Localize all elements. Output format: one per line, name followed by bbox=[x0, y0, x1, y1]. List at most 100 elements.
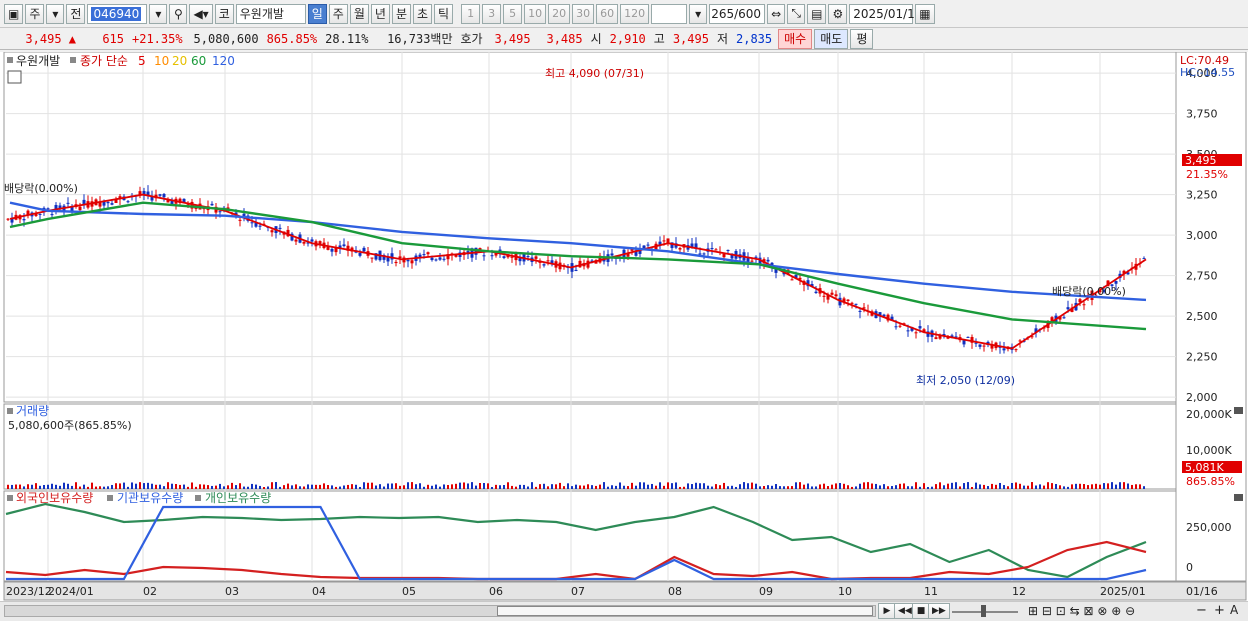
period-day[interactable]: 일 bbox=[307, 3, 327, 24]
candle-body bbox=[850, 302, 854, 304]
stock-name-field[interactable]: 우원개발 bbox=[235, 3, 306, 24]
volume-bar bbox=[147, 482, 149, 489]
volume-bar bbox=[167, 482, 169, 489]
volume-bar bbox=[383, 486, 385, 489]
volume-bar bbox=[943, 485, 945, 489]
volume-bar bbox=[1043, 485, 1045, 489]
zoom-out-icon[interactable]: − bbox=[1196, 603, 1207, 618]
volume-bar bbox=[375, 485, 377, 489]
sell-button[interactable]: 매도 bbox=[814, 28, 849, 49]
market-button[interactable]: 주 bbox=[25, 3, 45, 24]
volume-bar bbox=[543, 483, 545, 489]
interval-1[interactable]: 1 bbox=[461, 3, 481, 24]
volume-bar bbox=[767, 485, 769, 489]
volume-bar bbox=[635, 485, 637, 489]
interval-20[interactable]: 20 bbox=[548, 3, 571, 24]
volume-bar bbox=[419, 483, 421, 489]
volume-bar bbox=[667, 482, 669, 489]
pyeong-button[interactable]: 평 bbox=[850, 28, 874, 49]
volume-bar bbox=[1047, 482, 1049, 489]
period-second[interactable]: 초 bbox=[412, 3, 433, 24]
vol-tick-20000k: 20,000K bbox=[1186, 408, 1232, 421]
candle-body bbox=[754, 256, 758, 258]
calendar-icon[interactable]: ▦ bbox=[915, 3, 935, 24]
period-minute[interactable]: 분 bbox=[391, 3, 411, 24]
date-input[interactable]: 2025/01/16 bbox=[849, 3, 922, 24]
code-dropdown-icon[interactable]: ▾ bbox=[149, 3, 168, 24]
interval-3[interactable]: 3 bbox=[482, 3, 502, 24]
volume-bar bbox=[1023, 485, 1025, 489]
volume-bar bbox=[835, 483, 837, 489]
candle-body bbox=[490, 255, 494, 257]
period-week[interactable]: 주 bbox=[328, 3, 348, 24]
x-tick-label: 05 bbox=[402, 585, 416, 598]
search-icon[interactable]: ⚲ bbox=[169, 3, 188, 24]
period-year[interactable]: 년 bbox=[370, 3, 390, 24]
volume-bar bbox=[235, 485, 237, 489]
interval-5[interactable]: 5 bbox=[503, 3, 523, 24]
horizontal-scrollbar[interactable] bbox=[4, 605, 876, 617]
zoom-icon[interactable]: ⇔ bbox=[767, 3, 786, 24]
interval-dropdown-icon[interactable]: ▾ bbox=[689, 3, 708, 24]
volume-bar bbox=[535, 486, 537, 489]
volume-bar bbox=[187, 486, 189, 489]
dropdown-icon[interactable]: ▾ bbox=[46, 3, 65, 24]
volume-bar bbox=[183, 484, 185, 489]
interval-custom-input[interactable] bbox=[651, 3, 688, 24]
save-icon[interactable]: ▤ bbox=[807, 3, 827, 24]
scroll-last-icon[interactable]: ▶▶ bbox=[928, 603, 950, 619]
volume-bar bbox=[163, 486, 165, 489]
draw-tool-icon[interactable]: ⤡ bbox=[787, 3, 806, 24]
volume-bar bbox=[439, 486, 441, 489]
period-month[interactable]: 월 bbox=[349, 3, 369, 24]
volume-bar bbox=[467, 483, 469, 489]
volume-close-icon[interactable] bbox=[1234, 407, 1243, 414]
period-tick[interactable]: 틱 bbox=[434, 3, 454, 24]
interval-30[interactable]: 30 bbox=[572, 3, 595, 24]
volume-bar bbox=[651, 483, 653, 489]
calculator-icon[interactable] bbox=[7, 70, 22, 84]
candle-body bbox=[406, 259, 410, 262]
volume-bar bbox=[263, 486, 265, 489]
interval-60[interactable]: 60 bbox=[596, 3, 619, 24]
volume-bar bbox=[583, 485, 585, 489]
volume-bar bbox=[595, 485, 597, 489]
candle-body bbox=[858, 310, 862, 312]
count-display[interactable]: 265/600 bbox=[709, 3, 766, 24]
volume-bar bbox=[1131, 484, 1133, 489]
stock-code-input[interactable]: 046940 bbox=[87, 3, 148, 24]
zoom-in-icon[interactable]: + bbox=[1214, 603, 1225, 618]
holder-label-institution: 기관보유수량 bbox=[117, 491, 183, 505]
volume-bar bbox=[67, 483, 69, 489]
volume-bar bbox=[739, 484, 741, 489]
volume-bar bbox=[591, 485, 593, 489]
volume-bar bbox=[1139, 484, 1141, 489]
candle-body bbox=[370, 257, 374, 259]
chart-area[interactable]: 4,0003,7503,5003,2503,0002,7502,5002,250… bbox=[0, 51, 1248, 601]
candle-body bbox=[270, 230, 274, 233]
buy-button[interactable]: 매수 bbox=[778, 28, 813, 49]
scrollbar-thumb[interactable] bbox=[497, 606, 873, 616]
jeon-button[interactable]: 전 bbox=[66, 3, 86, 24]
interval-120[interactable]: 120 bbox=[620, 3, 650, 24]
interval-10[interactable]: 10 bbox=[524, 3, 547, 24]
volume-pct: 865.85% bbox=[266, 31, 318, 46]
volume-bar bbox=[995, 484, 997, 489]
volume-bar bbox=[575, 484, 577, 489]
speaker-icon[interactable]: ◀▾ bbox=[189, 3, 213, 24]
volume-panel[interactable] bbox=[3, 403, 1177, 490]
font-size-icon[interactable]: A bbox=[1230, 603, 1238, 617]
volume-bar bbox=[723, 482, 725, 489]
bottom-controls: ▶ ◀◀ ■ ▶▶ ⊞ ⊟ ⊡ ⇆ ⊠ ⊗ ⊕ ⊖ − + A bbox=[0, 601, 1248, 621]
holder-close-icon[interactable] bbox=[1234, 494, 1243, 501]
candle-body bbox=[1114, 281, 1118, 284]
candle-body bbox=[22, 219, 26, 221]
volume-bar bbox=[71, 485, 73, 489]
window-icon[interactable]: ▣ bbox=[4, 3, 24, 24]
zoom-slider-handle[interactable] bbox=[981, 605, 986, 617]
gear-icon[interactable]: ⚙ bbox=[828, 3, 848, 24]
candle-body bbox=[830, 292, 834, 295]
candle-body bbox=[422, 254, 426, 256]
layout-icons[interactable]: ⊞ ⊟ ⊡ ⇆ ⊠ ⊗ ⊕ ⊖ bbox=[1028, 604, 1135, 618]
volume-bar bbox=[775, 484, 777, 489]
